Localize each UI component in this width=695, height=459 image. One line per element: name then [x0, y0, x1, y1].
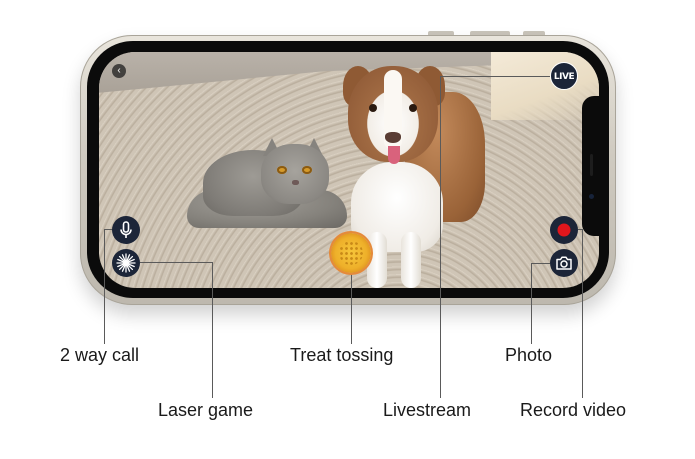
dog-leg [401, 232, 421, 288]
photo-button[interactable] [550, 249, 578, 277]
label-two-way-call: 2 way call [60, 345, 140, 365]
callout-line-laser-game [212, 262, 213, 398]
callout-line-laser-game [140, 262, 213, 263]
callout-line-photo [531, 263, 532, 344]
microphone-icon [120, 221, 132, 238]
laser-game-button[interactable] [112, 249, 140, 277]
record-video-button[interactable] [550, 216, 578, 244]
label-record-video: Record video [520, 400, 627, 420]
cat-head [261, 144, 329, 204]
laser-burst-icon [116, 253, 136, 273]
live-button[interactable]: LIVE [550, 62, 578, 90]
front-camera [589, 194, 594, 199]
dog-eye [409, 104, 417, 112]
label-photo: Photo [505, 345, 553, 365]
cat-eye [302, 166, 312, 174]
cat-nose [292, 180, 299, 185]
treat-toss-icon [339, 241, 363, 265]
phone-notch [582, 96, 603, 236]
dog-eye [369, 104, 377, 112]
label-livestream: Livestream [383, 400, 472, 420]
back-button[interactable]: ‹ [112, 64, 126, 78]
camera-icon [556, 256, 572, 270]
label-laser-game: Laser game [158, 400, 254, 420]
callout-line-record-video [582, 229, 583, 398]
callout-line-livestream [440, 76, 441, 398]
dog-tongue [388, 146, 400, 164]
callout-line-two-way-call [104, 229, 105, 344]
treat-toss-button[interactable] [331, 233, 371, 273]
two-way-call-button[interactable] [112, 216, 140, 244]
callout-line-treat-tossing [351, 273, 352, 344]
cat-eye [277, 166, 287, 174]
callout-line-livestream [440, 76, 550, 77]
earpiece-speaker [590, 154, 593, 176]
label-treat-tossing: Treat tossing [290, 345, 394, 365]
dog-nose [385, 132, 401, 143]
callout-line-photo [531, 263, 550, 264]
record-dot-icon [557, 223, 571, 237]
dog-leg [367, 232, 387, 288]
